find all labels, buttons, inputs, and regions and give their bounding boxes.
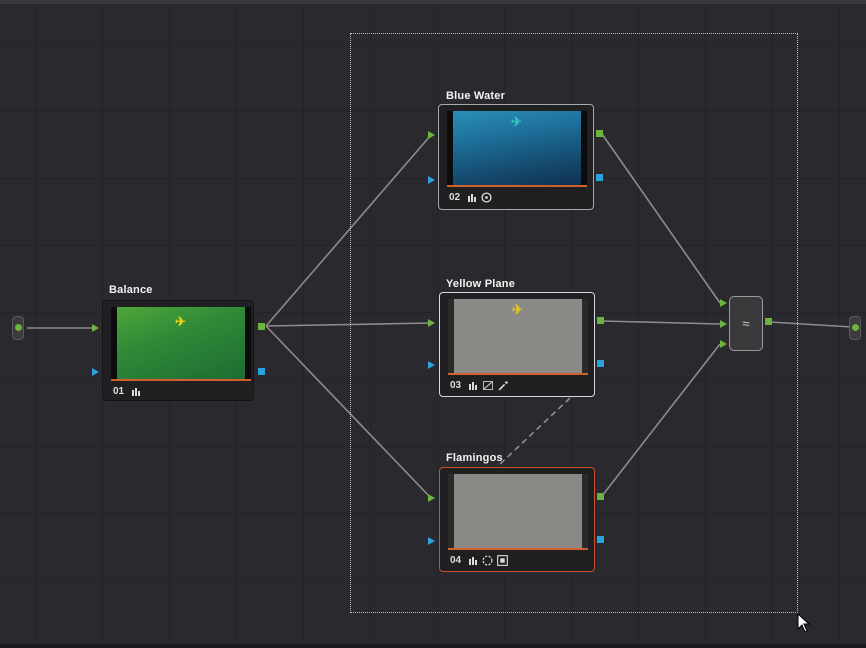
node-status-bar [447,185,587,187]
qualifier-eyedropper-icon [498,381,509,391]
node-thumbnail-yellow-plane: ✈ [448,299,588,373]
plane-glyph: ✈ [175,314,186,329]
node-title-balance: Balance [109,284,153,296]
layer-mixer-icon: ≈ [742,316,750,331]
node-number: 01 [113,386,125,397]
node-thumbnail-flamingos [448,474,588,548]
blue-water-rgb-input[interactable] [428,131,435,139]
window-circle-icon [481,192,492,203]
mixer-input-3[interactable] [720,340,727,348]
layer-mixer-node[interactable]: ≈ [729,296,763,351]
primaries-icon [469,382,478,390]
node-blue-water[interactable]: ✈ 02 [438,104,594,210]
node-status-bar [111,379,251,381]
yellow-plane-rgb-output[interactable] [597,317,604,324]
node-number: 02 [449,192,461,203]
primaries-icon [469,557,478,565]
node-footer-flamingos: 04 [450,555,509,566]
node-balance[interactable]: ✈ 01 [102,300,254,401]
curves-icon [483,381,494,390]
node-status-bar [448,548,588,550]
flamingos-rgb-output[interactable] [597,493,604,500]
primaries-icon [468,194,477,202]
primaries-icon [132,388,141,396]
node-thumbnail-blue-water: ✈ [447,111,587,185]
source-output-port[interactable] [15,324,22,331]
balance-key-output[interactable] [258,368,265,375]
output-input-port[interactable] [852,324,859,331]
node-number: 03 [450,380,462,391]
key-icon [497,555,509,566]
window-custom-icon [482,555,493,566]
flamingos-key-output[interactable] [597,536,604,543]
mixer-output[interactable] [765,318,772,325]
node-title-flamingos: Flamingos [446,452,503,464]
node-footer-balance: 01 [113,386,141,397]
node-number: 04 [450,555,462,566]
output-terminal[interactable] [849,316,861,340]
node-title-blue-water: Blue Water [446,90,506,102]
balance-key-input[interactable] [92,368,99,376]
balance-rgb-output[interactable] [258,323,265,330]
blue-water-rgb-output[interactable] [596,130,603,137]
source-terminal[interactable] [12,316,24,340]
mixer-input-2[interactable] [720,320,727,328]
flamingos-rgb-input[interactable] [428,494,435,502]
yellow-plane-key-output[interactable] [597,360,604,367]
plane-glyph: ✈ [512,302,523,317]
node-footer-blue-water: 02 [449,192,492,203]
node-footer-yellow-plane: 03 [450,380,509,391]
balance-rgb-input[interactable] [92,324,99,332]
node-yellow-plane[interactable]: ✈ 03 [439,292,595,397]
node-graph-canvas[interactable]: Balance ✈ 01 Blue Water ✈ 02 Yellow Plan… [0,0,866,644]
mixer-input-1[interactable] [720,299,727,307]
node-status-bar [448,373,588,375]
mouse-cursor-icon [797,613,811,633]
blue-water-key-input[interactable] [428,176,435,184]
flamingos-key-input[interactable] [428,537,435,545]
blue-water-key-output[interactable] [596,174,603,181]
yellow-plane-key-input[interactable] [428,361,435,369]
yellow-plane-rgb-input[interactable] [428,319,435,327]
node-flamingos[interactable]: 04 [439,467,595,572]
node-title-yellow-plane: Yellow Plane [446,278,516,290]
node-thumbnail-balance: ✈ [111,307,251,381]
plane-glyph: ✈ [511,114,522,129]
